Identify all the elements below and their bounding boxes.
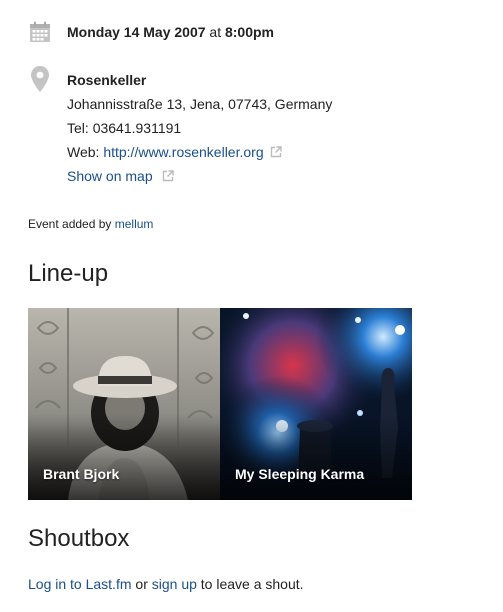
leave-shout-text: to leave a shout. bbox=[196, 576, 304, 592]
venue-phone-value: 03641.931191 bbox=[92, 120, 182, 136]
lineup-grid: Brant Bjork My Sleeping Karma bbox=[28, 308, 412, 500]
external-link-icon[interactable] bbox=[270, 143, 282, 163]
login-link[interactable]: Log in to Last.fm bbox=[28, 576, 132, 592]
external-link-icon[interactable] bbox=[162, 167, 174, 187]
map-pin-icon bbox=[31, 66, 49, 97]
artist-name[interactable]: Brant Bjork bbox=[43, 465, 119, 483]
event-date-at: at bbox=[205, 24, 225, 40]
lineup-title: Line-up bbox=[28, 260, 109, 287]
venue-phone-label: Tel: bbox=[67, 120, 93, 136]
shoutbox-prompt: Log in to Last.fm or sign up to leave a … bbox=[28, 574, 304, 594]
artist-tile-my-sleeping-karma[interactable]: My Sleeping Karma bbox=[220, 308, 412, 500]
signup-link[interactable]: sign up bbox=[152, 576, 197, 592]
venue-address: Johannisstraße 13, Jena, 07743, Germany bbox=[67, 96, 333, 112]
artist-name[interactable]: My Sleeping Karma bbox=[235, 465, 364, 483]
venue-website-link[interactable]: http://www.rosenkeller.org bbox=[103, 144, 263, 160]
venue-phone: Tel: 03641.931191 bbox=[67, 118, 181, 138]
show-on-map-link[interactable]: Show on map bbox=[67, 168, 153, 184]
event-date-day: Monday 14 May 2007 bbox=[67, 24, 206, 40]
shoutbox-title: Shoutbox bbox=[28, 525, 130, 552]
added-by-label: Event added by bbox=[28, 217, 115, 231]
event-time: 8:00pm bbox=[224, 24, 275, 40]
artist-tile-brant-bjork[interactable]: Brant Bjork bbox=[28, 308, 220, 500]
calendar-icon bbox=[29, 21, 51, 48]
show-on-map-row: Show on map bbox=[67, 166, 174, 187]
venue-web: Web: http://www.rosenkeller.org bbox=[67, 142, 282, 163]
event-date: Monday 14 May 2007 at 8:00pm bbox=[67, 22, 274, 42]
venue-name: Rosenkeller bbox=[67, 72, 147, 88]
or-text: or bbox=[131, 576, 152, 592]
event-added-by: Event added by mellum bbox=[28, 216, 153, 232]
added-by-user-link[interactable]: mellum bbox=[115, 217, 154, 231]
venue-web-label: Web: bbox=[67, 144, 104, 160]
